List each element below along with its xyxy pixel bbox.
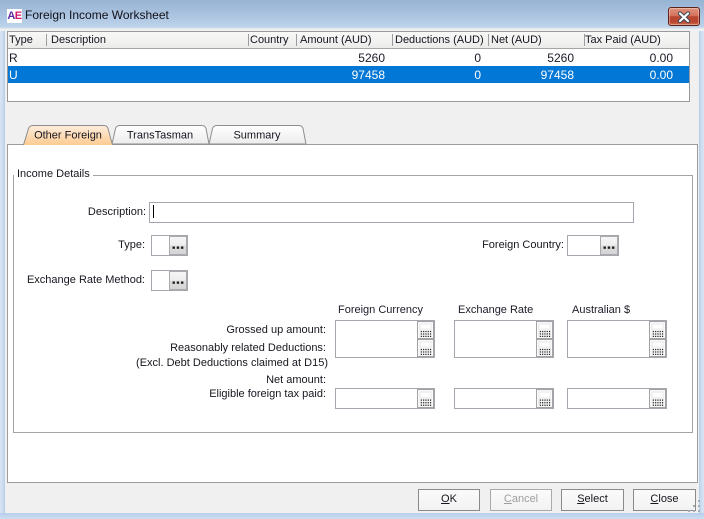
svg-text:Summary: Summary <box>233 130 281 142</box>
svg-text:Other Foreign: Other Foreign <box>34 130 102 142</box>
svg-text:TransTasman: TransTasman <box>127 130 193 142</box>
